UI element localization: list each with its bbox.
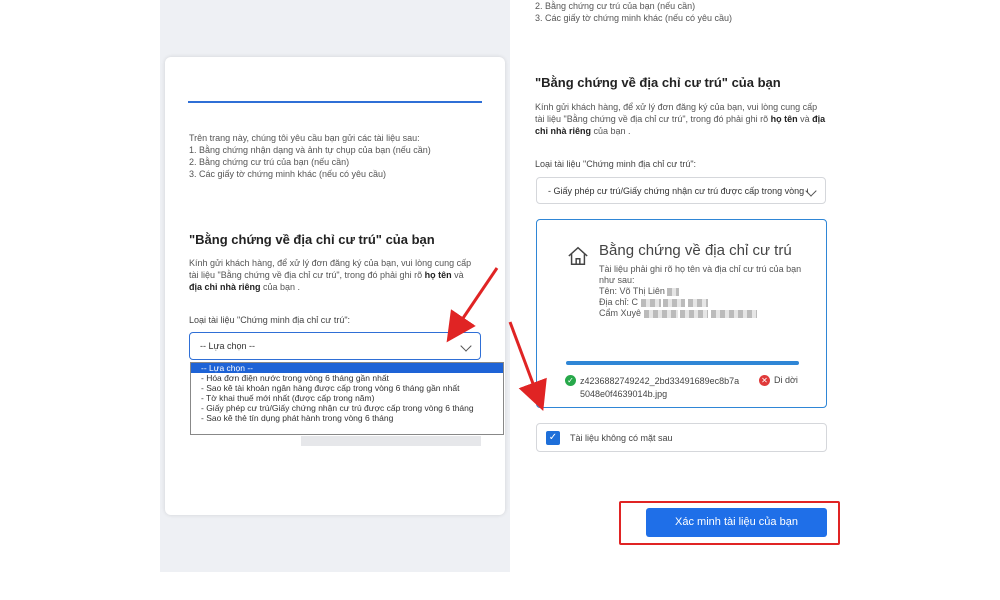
dropdown-option[interactable]: - Tờ khai thuế mới nhất (được cấp trong … — [191, 393, 503, 403]
redaction — [663, 298, 686, 307]
dropdown-option[interactable]: - Sao kê thẻ tín dụng phát hành trong vò… — [191, 413, 503, 423]
chevron-down-icon — [460, 340, 472, 352]
delete-circle-icon[interactable]: ✕ — [759, 375, 770, 386]
section-title-right: "Bằng chứng về địa chỉ cư trú" của bạn — [535, 75, 781, 90]
intro-item: 2. Bằng chứng cư trú của bạn (nếu cần) — [535, 1, 696, 11]
desc-bold-name: họ tên — [424, 270, 452, 280]
upload-title: Bằng chứng về địa chỉ cư trú — [599, 242, 792, 259]
doc-type-label-right: Loại tài liệu "Chứng minh địa chỉ cư trú… — [535, 159, 697, 169]
doc-type-select-right[interactable]: - Giấy phép cư trú/Giấy chứng nhận cư tr… — [536, 177, 826, 204]
upload-city-line: Cẩm Xuyê — [599, 308, 809, 319]
no-backside-label: Tài liệu không có mặt sau — [570, 433, 673, 443]
redaction — [667, 287, 680, 296]
no-backside-checkbox-row[interactable]: ✓ Tài liệu không có mặt sau — [536, 423, 827, 452]
home-icon — [568, 246, 588, 265]
section-description: Kính gửi khách hàng, để xử lý đơn đăng k… — [189, 257, 479, 293]
dropdown-option[interactable]: - Giấy phép cư trú/Giấy chứng nhận cư tr… — [191, 403, 503, 413]
section-description-right: Kính gửi khách hàng, để xử lý đơn đăng k… — [535, 101, 827, 137]
intro-list-continued: 2. Bằng chứng cư trú của bạn (nếu cần) 3… — [535, 0, 732, 24]
checkbox-checked-icon[interactable]: ✓ — [546, 431, 560, 445]
redaction — [680, 309, 709, 318]
verify-documents-button[interactable]: Xác minh tài liệu của bạn — [646, 508, 827, 537]
upload-name-line: Tên: Võ Thị Liên — [599, 286, 809, 297]
upload-description: Tài liệu phải ghi rõ họ tên và địa chỉ c… — [599, 264, 809, 319]
desc-text: của bạn . — [260, 282, 301, 292]
uploaded-file-name: z4236882749242_2bd33491689ec8b7a5048e0f4… — [580, 376, 740, 399]
section-title: "Bằng chứng về địa chỉ cư trú" của bạn — [189, 232, 435, 247]
address-text: Địa chỉ: C — [599, 297, 639, 307]
name-text: Tên: Võ Thị Liên — [599, 286, 665, 296]
doc-type-label: Loại tài liệu "Chứng minh địa chỉ cư trú… — [189, 315, 351, 325]
upload-progress-bar — [566, 361, 799, 365]
desc-text: của bạn . — [591, 126, 631, 136]
hidden-button-behind-dropdown — [301, 436, 481, 446]
desc-text: và — [451, 270, 464, 280]
dropdown-option[interactable]: - Hóa đơn điện nước trong vòng 6 tháng g… — [191, 373, 503, 383]
dropdown-option[interactable]: -- Lựa chọn -- — [191, 363, 503, 373]
step-progress-line — [188, 101, 482, 103]
check-circle-icon: ✓ — [565, 375, 576, 386]
desc-bold-address: địa chỉ nhà riêng — [189, 282, 261, 292]
doc-type-select-value: -- Lựa chọn -- — [200, 341, 256, 351]
doc-type-select[interactable]: -- Lựa chọn -- — [189, 332, 481, 360]
dropdown-option[interactable]: - Sao kê tài khoản ngân hàng được cấp tr… — [191, 383, 503, 393]
intro-item: 2. Bằng chứng cư trú của bạn (nếu cần) — [189, 157, 350, 167]
intro-text: Trên trang này, chúng tôi yêu cầu bạn gử… — [189, 132, 489, 180]
upload-desc-text: Tài liệu phải ghi rõ họ tên và địa chỉ c… — [599, 264, 802, 285]
city-text: Cẩm Xuyê — [599, 308, 642, 318]
intro-item: 3. Các giấy tờ chứng minh khác (nếu có y… — [535, 13, 733, 23]
redaction — [640, 298, 661, 307]
upload-panel: Bằng chứng về địa chỉ cư trú Tài liệu ph… — [536, 219, 827, 408]
intro-item: 3. Các giấy tờ chứng minh khác (nếu có y… — [189, 169, 387, 179]
desc-text: và — [797, 114, 813, 124]
intro-item: 1. Bằng chứng nhận dạng và ảnh tự chụp c… — [189, 145, 431, 155]
doc-type-dropdown-list[interactable]: -- Lựa chọn -- - Hóa đơn điện nước trong… — [190, 362, 504, 435]
redaction — [687, 298, 708, 307]
redaction — [643, 309, 678, 318]
redaction — [710, 309, 757, 318]
delete-file-button[interactable]: Di dời — [774, 375, 798, 385]
intro-lead: Trên trang này, chúng tôi yêu cầu bạn gử… — [189, 133, 420, 143]
upload-address-line: Địa chỉ: C — [599, 297, 809, 308]
doc-type-select-value: - Giấy phép cư trú/Giấy chứng nhận cư tr… — [548, 186, 808, 196]
desc-bold-name: họ tên — [770, 114, 798, 124]
